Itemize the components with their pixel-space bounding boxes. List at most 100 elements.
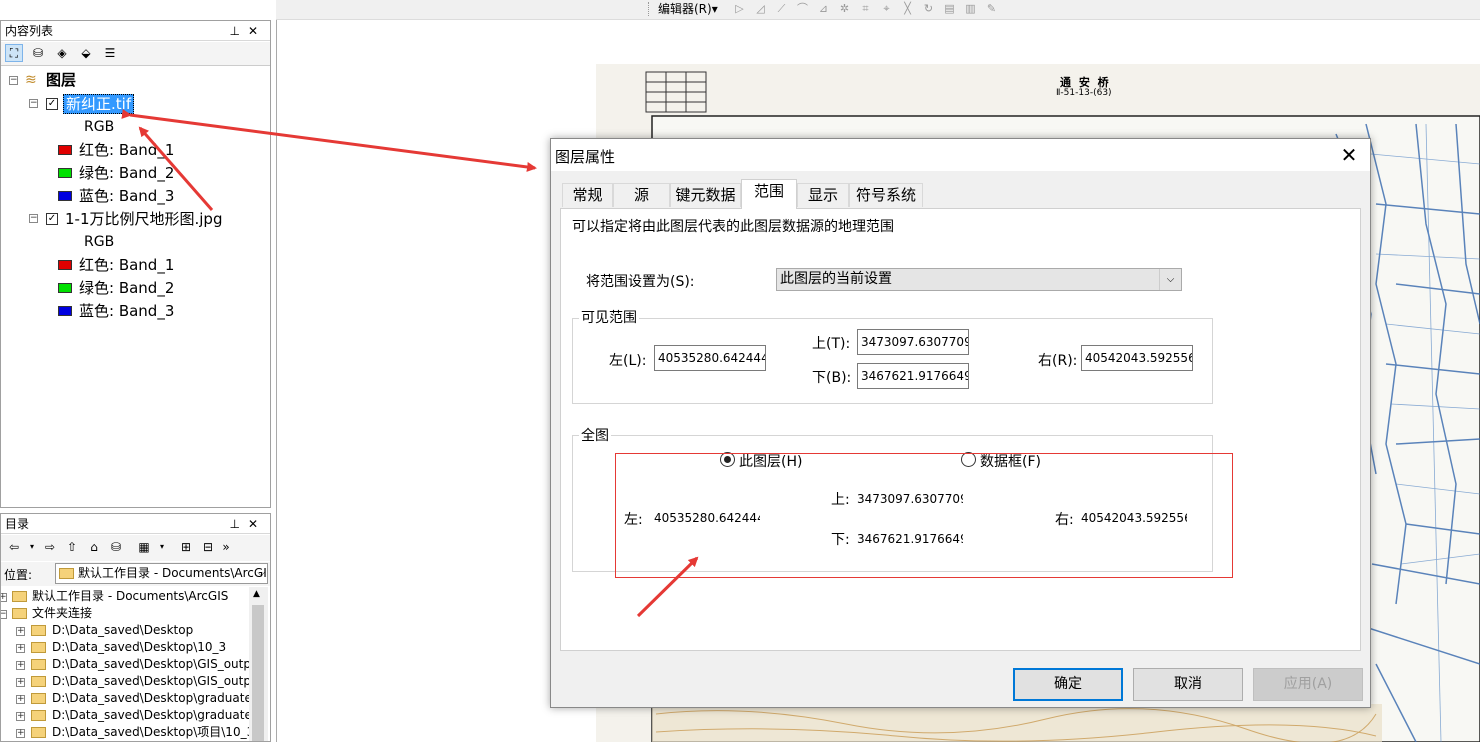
catalog-item[interactable]: 默认工作目录 - Documents\ArcGIS: [32, 588, 228, 605]
expand-icon[interactable]: +: [16, 695, 25, 704]
list-by-visibility-icon[interactable]: ◈: [53, 44, 71, 62]
dropdown-icon[interactable]: ▾: [27, 538, 37, 556]
red-swatch[interactable]: [58, 260, 72, 270]
catalog-item[interactable]: D:\Data_saved\Desktop\GIS_outp: [52, 656, 249, 673]
folder-home-icon: [59, 568, 74, 579]
collapse-icon[interactable]: −: [29, 214, 38, 223]
layers-root-label: 图层: [46, 71, 77, 89]
catalog-item[interactable]: D:\Data_saved\Desktop\项目\10_3: [52, 724, 249, 741]
red-swatch[interactable]: [58, 145, 72, 155]
up-one-level-icon[interactable]: ⇧: [63, 538, 81, 556]
create-features-icon[interactable]: ✎: [984, 2, 999, 16]
expand-icon[interactable]: +: [1, 593, 7, 602]
radio-data-frame-label[interactable]: 数据框(F): [980, 451, 1041, 471]
extent-set-select[interactable]: 此图层的当前设置 ⌵: [776, 268, 1182, 291]
back-icon[interactable]: ⇦: [5, 538, 23, 556]
left-input[interactable]: 40535280.642444832: [654, 345, 766, 371]
toolbar-grip[interactable]: [648, 2, 652, 16]
blue-swatch[interactable]: [58, 191, 72, 201]
cut-polygon-icon[interactable]: ⌖: [879, 2, 894, 16]
location-select[interactable]: 默认工作目录 - Documents\ArcGIS ⌵: [55, 563, 268, 584]
panel-pin-close[interactable]: ⊥✕: [229, 21, 266, 41]
catalog-item[interactable]: D:\Data_saved\Desktop\GIS_outp: [52, 673, 249, 690]
tab-general[interactable]: 常规: [562, 183, 613, 207]
editor-tools: ▷ ◿ ⟋ ⌒ ⊿ ✲ ⌗ ⌖ ╳ ↻ ▤ ▥ ✎: [732, 2, 999, 18]
ok-button[interactable]: 确定: [1013, 668, 1123, 701]
cancel-button[interactable]: 取消: [1133, 668, 1243, 701]
list-by-source-icon[interactable]: ⛁: [29, 44, 47, 62]
options-icon[interactable]: ☰: [101, 44, 119, 62]
expand-icon[interactable]: +: [16, 729, 25, 738]
expand-icon[interactable]: +: [16, 644, 25, 653]
toggle-contents-icon[interactable]: ⊟: [199, 538, 217, 556]
catalog-item[interactable]: D:\Data_saved\Desktop: [52, 622, 193, 639]
catalog-item[interactable]: D:\Data_saved\Desktop\graduate: [52, 690, 249, 707]
views-icon[interactable]: ▦: [135, 538, 153, 556]
layer-visibility-checkbox[interactable]: ✓: [46, 213, 58, 225]
panel-pin-close[interactable]: ⊥✕: [229, 514, 266, 534]
tab-source[interactable]: 源: [613, 183, 670, 207]
tab-key-metadata[interactable]: 键元数据: [670, 183, 741, 207]
catalog-item[interactable]: D:\Data_saved\Desktop\graduate: [52, 707, 249, 724]
split-icon[interactable]: ╳: [900, 2, 915, 16]
top-input[interactable]: 3473097.6307709855: [857, 329, 969, 355]
tab-display[interactable]: 显示: [797, 183, 849, 207]
default-gdb-icon[interactable]: ⛁: [107, 538, 125, 556]
map-sheet-code: Ⅱ-51-13-(63): [1056, 88, 1112, 98]
bottom-input[interactable]: 3467621.9176649838: [857, 363, 969, 389]
editor-toolbar: 编辑器(R)▾ ▷ ◿ ⟋ ⌒ ⊿ ✲ ⌗ ⌖ ╳ ↻ ▤ ▥ ✎: [276, 0, 1480, 20]
expand-icon[interactable]: +: [16, 678, 25, 687]
layer-tree: − ≋ 图层 − ✓ 新纠正.tif RGB 红色: Band_1 绿色: Ba…: [1, 69, 270, 505]
scrollbar-thumb[interactable]: [252, 605, 264, 741]
collapse-icon[interactable]: −: [29, 99, 38, 108]
connect-folder-icon[interactable]: ⊞: [177, 538, 195, 556]
catalog-item[interactable]: 文件夹连接: [32, 605, 92, 622]
expand-icon[interactable]: +: [16, 661, 25, 670]
forward-icon[interactable]: ⇨: [41, 538, 59, 556]
reshape-icon[interactable]: ⌗: [858, 2, 873, 16]
chevron-down-icon[interactable]: ⌵: [257, 564, 265, 583]
point-icon[interactable]: ✲: [837, 2, 852, 16]
trace-icon[interactable]: ⊿: [816, 2, 831, 16]
blue-swatch[interactable]: [58, 306, 72, 316]
sketch-properties-icon[interactable]: ▥: [963, 2, 978, 16]
close-icon[interactable]: ✕: [1331, 142, 1367, 168]
collapse-icon[interactable]: −: [9, 76, 18, 85]
layer-name[interactable]: 1-1万比例尺地形图.jpg: [65, 209, 222, 229]
full-top-value: 3473097.6307709855: [857, 492, 963, 506]
band-label: 蓝色: Band_3: [79, 187, 175, 205]
rotate-icon[interactable]: ↻: [921, 2, 936, 16]
collapse-icon[interactable]: −: [1, 610, 7, 619]
editor-menu-button[interactable]: 编辑器(R)▾: [658, 0, 718, 18]
list-by-selection-icon[interactable]: ⬙: [77, 44, 95, 62]
layer-visibility-checkbox[interactable]: ✓: [46, 98, 58, 110]
location-label: 位置:: [4, 568, 33, 582]
dropdown-icon[interactable]: ▾: [157, 538, 167, 556]
radio-this-layer[interactable]: [720, 452, 735, 467]
location-value: 默认工作目录 - Documents\ArcGIS: [78, 566, 268, 580]
radio-data-frame[interactable]: [961, 452, 976, 467]
catalog-item[interactable]: D:\Data_saved\Desktop\10_3: [52, 639, 226, 656]
layer-name-selected[interactable]: 新纠正.tif: [63, 94, 135, 114]
edit-vertices-icon[interactable]: ◿: [753, 2, 768, 16]
home-icon[interactable]: ⌂: [85, 538, 103, 556]
play-icon[interactable]: ▷: [732, 2, 747, 16]
radio-this-layer-label[interactable]: 此图层(H): [739, 451, 802, 471]
scroll-up-icon[interactable]: ▲: [253, 589, 260, 599]
chevron-down-icon[interactable]: ⌵: [1159, 269, 1181, 290]
folder-icon: [31, 693, 46, 704]
right-input[interactable]: 40542043.592556804: [1081, 345, 1193, 371]
list-by-drawing-order-icon[interactable]: ⛶: [5, 44, 23, 62]
tab-symbology[interactable]: 符号系统: [849, 183, 923, 207]
expand-icon[interactable]: +: [16, 627, 25, 636]
more-icon[interactable]: »: [221, 538, 231, 556]
tab-extent[interactable]: 范围: [741, 179, 797, 209]
straight-segment-icon[interactable]: ⟋: [774, 2, 789, 16]
dialog-titlebar: 图层属性 ✕: [551, 139, 1370, 171]
endpoint-arc-icon[interactable]: ⌒: [795, 2, 810, 16]
expand-icon[interactable]: +: [16, 712, 25, 721]
vertical-scrollbar[interactable]: ▲: [249, 587, 268, 741]
green-swatch[interactable]: [58, 283, 72, 293]
attributes-icon[interactable]: ▤: [942, 2, 957, 16]
green-swatch[interactable]: [58, 168, 72, 178]
